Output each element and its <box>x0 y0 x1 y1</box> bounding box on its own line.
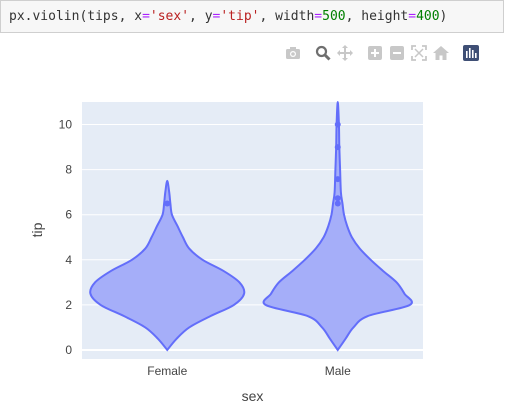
code-y-kw: y <box>204 9 213 24</box>
x-tick-label: Male <box>325 364 351 378</box>
code-h-val: 400 <box>416 9 440 24</box>
home-icon[interactable] <box>430 42 452 64</box>
y-tick-labels: 0 2 4 6 8 10 <box>59 118 73 357</box>
violins <box>89 100 413 352</box>
y-tick-label: 0 <box>65 343 72 357</box>
y-axis-label: tip <box>29 222 45 237</box>
outlier-point[interactable] <box>164 200 171 207</box>
x-tick-label: Female <box>147 364 187 378</box>
code-cell[interactable]: px.violin(tips, x='sex', y='tip', width=… <box>0 0 504 33</box>
plotly-logo-icon[interactable] <box>460 42 482 64</box>
code-h-kw: height <box>361 9 409 24</box>
outlier-point[interactable] <box>334 121 341 128</box>
outlier-point[interactable] <box>334 144 341 151</box>
grid-lines <box>82 124 423 351</box>
y-tick-label: 10 <box>59 118 73 132</box>
y-tick-label: 6 <box>65 208 72 222</box>
violin-female[interactable] <box>89 179 246 352</box>
outlier-point[interactable] <box>334 200 341 207</box>
pan-icon[interactable] <box>334 42 356 64</box>
code-w-kw: width <box>275 9 315 24</box>
plot-area <box>82 102 423 359</box>
zoom-out-icon[interactable] <box>386 42 408 64</box>
code-x-kw: x <box>134 9 143 24</box>
zoom-in-icon[interactable] <box>364 42 386 64</box>
y-tick-label: 2 <box>65 298 72 312</box>
x-tick-labels: Female Male <box>147 364 351 378</box>
code-y-val: 'tip' <box>220 9 260 24</box>
code-fn: px.violin <box>9 9 80 24</box>
y-tick-label: 4 <box>65 253 72 267</box>
camera-icon[interactable] <box>282 42 304 64</box>
code-arg1: tips <box>87 9 119 24</box>
modebar <box>282 42 482 64</box>
code-w-val: 500 <box>322 9 346 24</box>
outlier-point[interactable] <box>334 195 341 202</box>
violin-male[interactable] <box>262 100 413 352</box>
outlier-point[interactable] <box>334 176 341 183</box>
autoscale-icon[interactable] <box>408 42 430 64</box>
code-x-val: 'sex' <box>149 9 190 24</box>
x-axis-label: sex <box>242 388 264 404</box>
y-tick-label: 8 <box>65 163 72 177</box>
zoom-icon[interactable] <box>312 42 334 64</box>
